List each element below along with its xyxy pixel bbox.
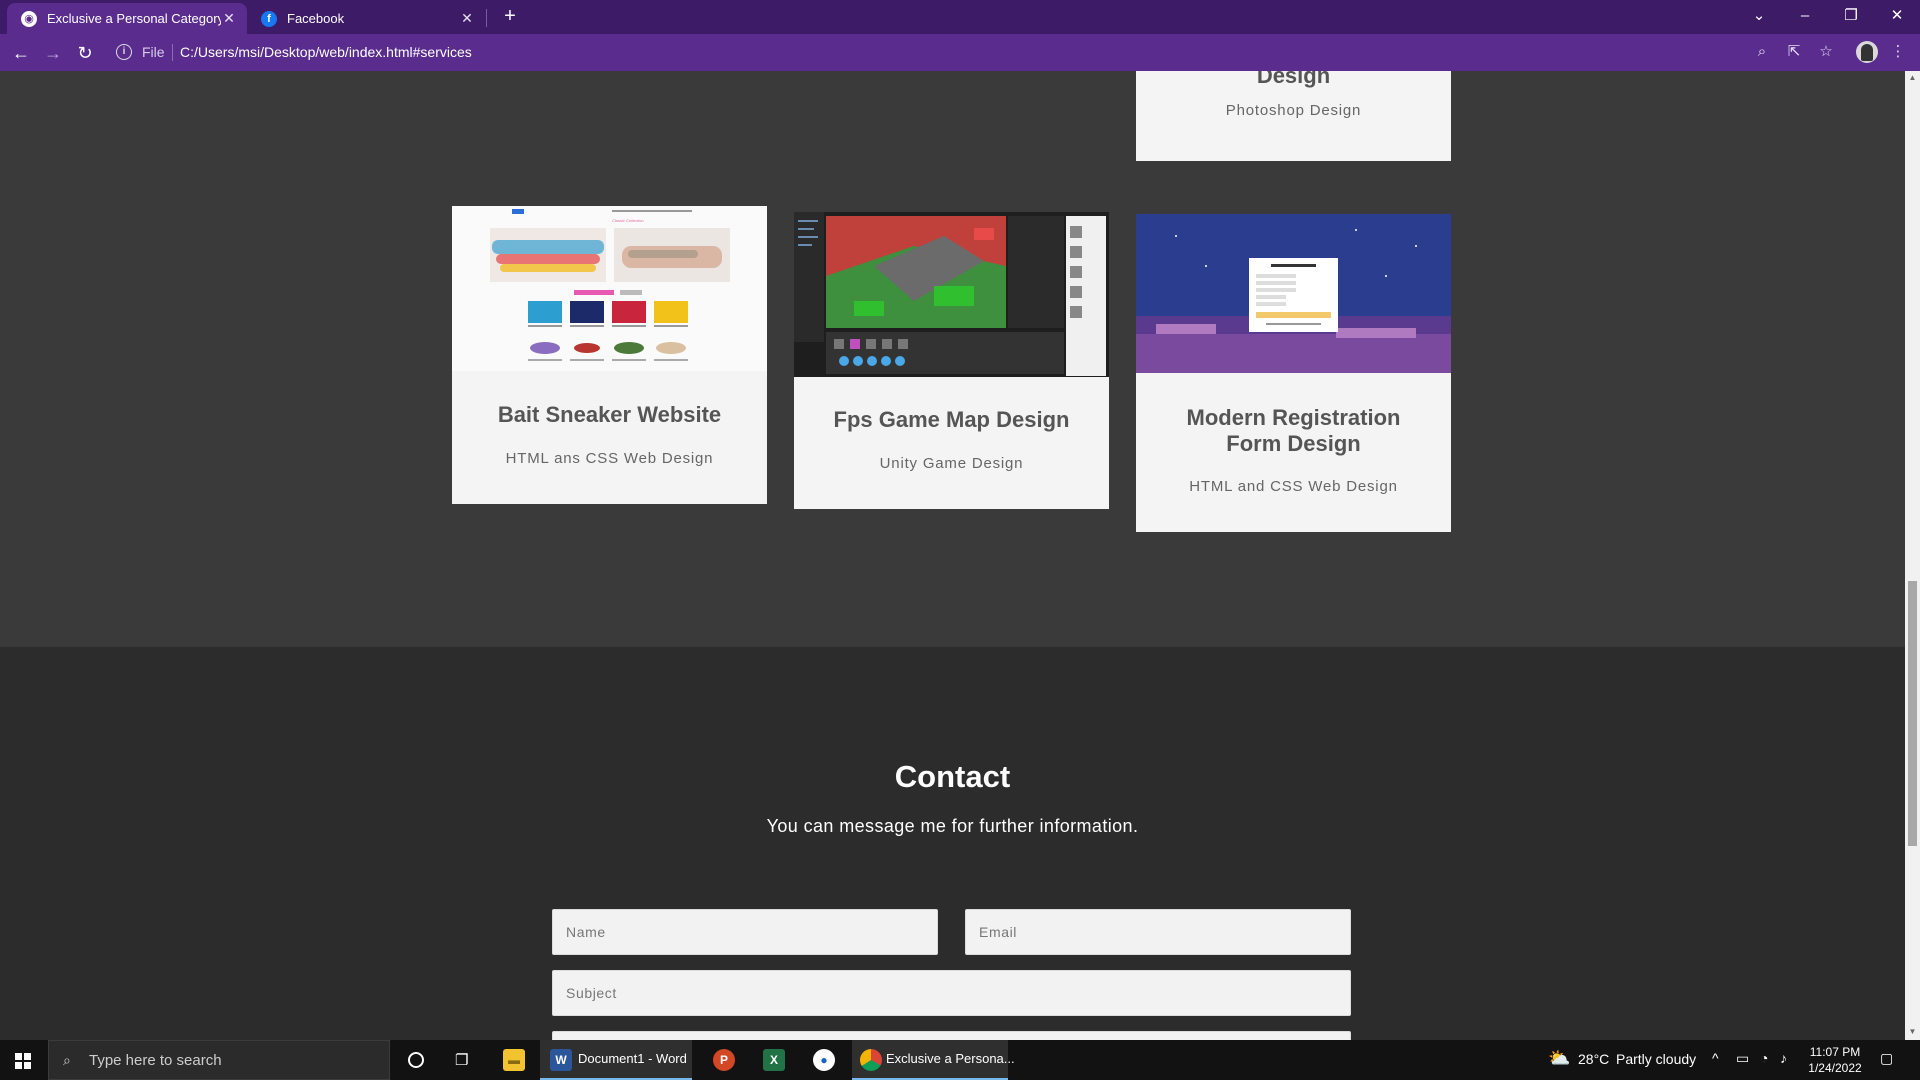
tab-portfolio[interactable]: ◉ Exclusive a Personal Category Bo ✕	[7, 3, 247, 34]
forward-button[interactable]: →	[39, 39, 67, 67]
scrollbar-thumb[interactable]	[1908, 581, 1917, 846]
windows-taskbar: ⌕ Type here to search ❐ ▬ W Document1 - …	[0, 1040, 1920, 1080]
close-tab-icon[interactable]: ✕	[459, 10, 475, 27]
tab-divider	[486, 9, 487, 27]
card-title: Design	[1256, 71, 1331, 88]
tab-title: Facebook	[287, 11, 345, 26]
card-subtitle: Unity Game Design	[879, 455, 1024, 472]
subject-field[interactable]	[552, 970, 1351, 1016]
scroll-up-arrow-icon[interactable]: ▲	[1908, 73, 1917, 82]
meet-icon[interactable]: ▭	[1736, 1050, 1749, 1067]
omnibox-divider	[172, 44, 173, 61]
contact-heading: Contact	[894, 759, 1011, 794]
address-bar[interactable]: i File C:/Users/msi/Desktop/web/index.ht…	[110, 38, 1830, 67]
chrome-icon	[860, 1049, 882, 1071]
card-subtitle: HTML ans CSS Web Design	[505, 450, 714, 467]
sneaker-website-thumbnail: Classic Collection	[452, 206, 767, 371]
weather-icon[interactable]: ⛅	[1546, 1040, 1576, 1080]
portfolio-card-sneaker[interactable]: Classic Collection Bait Sneaker Website …	[452, 206, 767, 504]
browser-toolbar: ← → ↻ i File C:/Users/msi/Desktop/web/in…	[0, 34, 1920, 71]
task-view-button[interactable]: ❐	[440, 1040, 488, 1080]
word-icon: W	[550, 1049, 572, 1071]
taskbar-powerpoint[interactable]: P	[700, 1040, 748, 1080]
scroll-down-arrow-icon[interactable]: ▼	[1908, 1027, 1917, 1036]
portfolio-card-registration[interactable]: Modern Registration Form Design HTML and…	[1136, 206, 1451, 532]
clock-date: 1/24/2022	[1808, 1061, 1862, 1075]
facebook-icon: f	[261, 10, 277, 27]
new-tab-button[interactable]: +	[498, 5, 522, 29]
close-tab-icon[interactable]: ✕	[221, 10, 237, 27]
powerpoint-icon: P	[713, 1049, 735, 1071]
card-subtitle: HTML and CSS Web Design	[1189, 478, 1398, 495]
reload-button[interactable]: ↻	[71, 39, 99, 67]
registration-form-thumbnail	[1136, 206, 1451, 373]
email-field[interactable]	[965, 909, 1351, 955]
tab-facebook[interactable]: f Facebook ✕	[247, 3, 485, 34]
menu-kebab-icon[interactable]: ⋮	[1887, 41, 1909, 63]
minimize-button[interactable]: –	[1782, 2, 1828, 30]
profile-avatar[interactable]	[1856, 41, 1878, 63]
volume-icon[interactable]: ♪	[1780, 1050, 1787, 1066]
excel-icon: X	[763, 1049, 785, 1071]
taskbar-excel[interactable]: X	[750, 1040, 798, 1080]
back-button[interactable]: ←	[7, 39, 35, 67]
taskbar-search[interactable]: ⌕ Type here to search	[48, 1040, 390, 1080]
svg-text:Classic Collection: Classic Collection	[612, 218, 644, 223]
contact-section: Contact You can message me for further i…	[0, 647, 1905, 1040]
taskbar-app-label: Document1 - Word	[578, 1051, 687, 1066]
taskbar-app-label: Exclusive a Persona...	[886, 1051, 1015, 1066]
cortana-circle-icon	[408, 1052, 424, 1068]
folder-icon: ▬	[503, 1049, 525, 1071]
weather-temp[interactable]: 28°C	[1578, 1051, 1609, 1067]
taskbar-word[interactable]: W Document1 - Word	[540, 1040, 692, 1080]
portfolio-card-photoshop[interactable]: Design Photoshop Design	[1136, 71, 1451, 161]
portfolio-card-fps-map[interactable]: Fps Game Map Design Unity Game Design	[794, 206, 1109, 509]
browser-chrome: ◉ Exclusive a Personal Category Bo ✕ f F…	[0, 0, 1920, 71]
page-scrollbar[interactable]: ▲ ▼	[1905, 71, 1920, 1040]
globe-icon: ◉	[21, 10, 37, 27]
taskbar-app-blue[interactable]: ●	[800, 1040, 848, 1080]
restore-button[interactable]: ❐	[1828, 2, 1874, 30]
taskbar-chrome[interactable]: Exclusive a Persona...	[852, 1040, 1015, 1080]
clock-time: 11:07 PM	[1809, 1045, 1861, 1059]
zoom-icon[interactable]: ⌕	[1751, 41, 1773, 63]
windows-logo-icon	[15, 1053, 31, 1069]
search-placeholder: Type here to search	[89, 1052, 222, 1069]
wifi-icon[interactable]: ◔	[1760, 1050, 1768, 1066]
portfolio-section: Design Photoshop Design Classic Collecti…	[0, 71, 1905, 647]
clock[interactable]: 11:07 PM 1/24/2022	[1800, 1044, 1870, 1076]
taskbar-explorer[interactable]: ▬	[490, 1040, 538, 1080]
bookmark-star-icon[interactable]: ☆	[1815, 41, 1837, 63]
share-icon[interactable]: ⇱	[1783, 41, 1805, 63]
page-viewport: Design Photoshop Design Classic Collecti…	[0, 71, 1905, 1040]
name-field[interactable]	[552, 909, 938, 955]
message-field[interactable]	[552, 1031, 1351, 1040]
card-title: Bait Sneaker Website	[497, 402, 722, 427]
url-text[interactable]: C:/Users/msi/Desktop/web/index.html#serv…	[180, 44, 472, 60]
tray-chevron-icon[interactable]: ^	[1712, 1050, 1719, 1066]
card-subtitle: Photoshop Design	[1225, 102, 1362, 119]
blue-app-icon: ●	[813, 1049, 835, 1071]
tab-title: Exclusive a Personal Category Bo	[47, 11, 221, 26]
card-title: Fps Game Map Design	[833, 407, 1070, 432]
cortana-button[interactable]	[392, 1040, 440, 1080]
info-icon[interactable]: i	[116, 44, 132, 60]
close-window-button[interactable]: ✕	[1874, 2, 1920, 30]
contact-lead: You can message me for further informati…	[766, 816, 1139, 836]
start-button[interactable]	[0, 1040, 48, 1080]
fps-map-thumbnail	[794, 206, 1109, 377]
task-view-icon: ❐	[455, 1052, 469, 1069]
tab-strip: ◉ Exclusive a Personal Category Bo ✕ f F…	[0, 0, 1920, 34]
card-title: Modern Registration Form Design	[1186, 405, 1401, 456]
scheme-label: File	[142, 44, 165, 60]
tab-search-icon[interactable]: ⌄	[1736, 2, 1782, 30]
search-icon: ⌕	[63, 1052, 71, 1068]
notification-icon[interactable]: ▢	[1880, 1050, 1893, 1067]
weather-condition[interactable]: Partly cloudy	[1616, 1051, 1696, 1067]
